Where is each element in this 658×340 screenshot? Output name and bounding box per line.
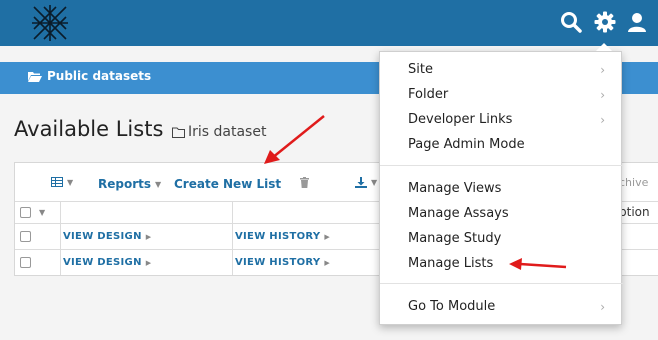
grid-icon [51, 177, 63, 187]
column-divider [232, 224, 233, 249]
delete-button[interactable] [300, 177, 309, 188]
menu-item-label: Folder [408, 87, 449, 102]
export-button[interactable]: ▼ [355, 177, 377, 188]
chevron-down-icon: ▼ [155, 179, 162, 189]
menu-item-manage-views[interactable]: Manage Views [380, 176, 623, 201]
cross-hatch-logo-icon[interactable] [30, 3, 70, 43]
menu-item-label: Manage Lists [408, 256, 494, 271]
chevron-down-icon[interactable]: ▼ [39, 208, 45, 217]
chevron-down-icon: ▼ [67, 177, 74, 187]
view-design-link[interactable]: VIEW DESIGN ▶ [63, 224, 151, 249]
view-design-label: VIEW DESIGN [63, 231, 142, 242]
page-title: Available Lists [14, 117, 164, 141]
menu-item-label: Go To Module [408, 299, 496, 314]
chevron-right-icon: › [600, 299, 605, 314]
menu-item-manage-assays[interactable]: Manage Assays [380, 201, 623, 226]
gear-icon[interactable] [593, 10, 617, 34]
row-checkbox[interactable] [20, 257, 31, 268]
chevron-right-icon: › [600, 62, 605, 77]
row-checkbox[interactable] [20, 231, 31, 242]
chevron-down-icon: ▼ [371, 178, 378, 187]
menu-item-label: Page Admin Mode [408, 137, 525, 152]
chevron-right-icon: › [600, 87, 605, 102]
view-design-link[interactable]: VIEW DESIGN ▶ [63, 250, 151, 275]
user-icon[interactable] [625, 10, 649, 34]
menu-item-label: Developer Links [408, 112, 513, 127]
column-divider [60, 202, 61, 223]
search-icon[interactable] [559, 10, 583, 34]
reports-label: Reports [98, 177, 152, 191]
menu-item-label: Manage Views [408, 181, 502, 196]
chevron-right-icon: ▶ [324, 232, 331, 241]
menu-item-site[interactable]: Site › [380, 57, 623, 82]
chevron-right-icon: ▶ [324, 258, 331, 267]
download-icon [355, 177, 367, 188]
chevron-right-icon: › [600, 112, 605, 127]
menu-divider [380, 165, 623, 166]
menu-item-label: Manage Assays [408, 206, 509, 221]
column-divider [232, 202, 233, 223]
select-all-checkbox[interactable] [20, 207, 31, 218]
create-new-list-button[interactable]: Create New List [174, 177, 281, 191]
column-divider [60, 250, 61, 275]
menu-item-page-admin-mode[interactable]: Page Admin Mode [380, 132, 623, 157]
view-history-link[interactable]: VIEW HISTORY ▶ [235, 250, 330, 275]
view-design-label: VIEW DESIGN [63, 257, 142, 268]
reports-menu-button[interactable]: Reports ▼ [98, 177, 161, 191]
annotation-arrow-icon [264, 115, 325, 164]
chevron-right-icon: ▶ [145, 258, 152, 267]
menu-item-label: Site [408, 62, 433, 77]
admin-dropdown-menu: Site › Folder › Developer Links › Page A… [379, 51, 623, 325]
view-history-label: VIEW HISTORY [235, 231, 321, 242]
folder-label: Public datasets [47, 69, 152, 83]
page-subtitle: Iris dataset [172, 124, 266, 140]
archive-label-partial: chive [619, 176, 649, 189]
grid-view-button[interactable]: ▼ [51, 177, 73, 187]
menu-item-label: Manage Study [408, 231, 502, 246]
menu-divider [380, 283, 623, 284]
menu-item-manage-lists[interactable]: Manage Lists [380, 251, 623, 276]
folder-icon [172, 127, 185, 138]
top-header [0, 0, 658, 46]
view-history-link[interactable]: VIEW HISTORY ▶ [235, 224, 330, 249]
menu-item-manage-study[interactable]: Manage Study [380, 226, 623, 251]
menu-pointer [596, 43, 612, 51]
folder-open-icon [28, 71, 42, 82]
chevron-right-icon: ▶ [145, 232, 152, 241]
column-divider [232, 250, 233, 275]
description-header-partial: ption [619, 205, 650, 219]
view-history-label: VIEW HISTORY [235, 257, 321, 268]
menu-item-folder[interactable]: Folder › [380, 82, 623, 107]
column-divider [60, 224, 61, 249]
trash-icon [300, 177, 309, 188]
menu-item-developer-links[interactable]: Developer Links › [380, 107, 623, 132]
public-datasets-link[interactable]: Public datasets [28, 69, 151, 83]
subtitle-text: Iris dataset [188, 124, 267, 140]
menu-item-go-to-module[interactable]: Go To Module › [380, 294, 623, 319]
